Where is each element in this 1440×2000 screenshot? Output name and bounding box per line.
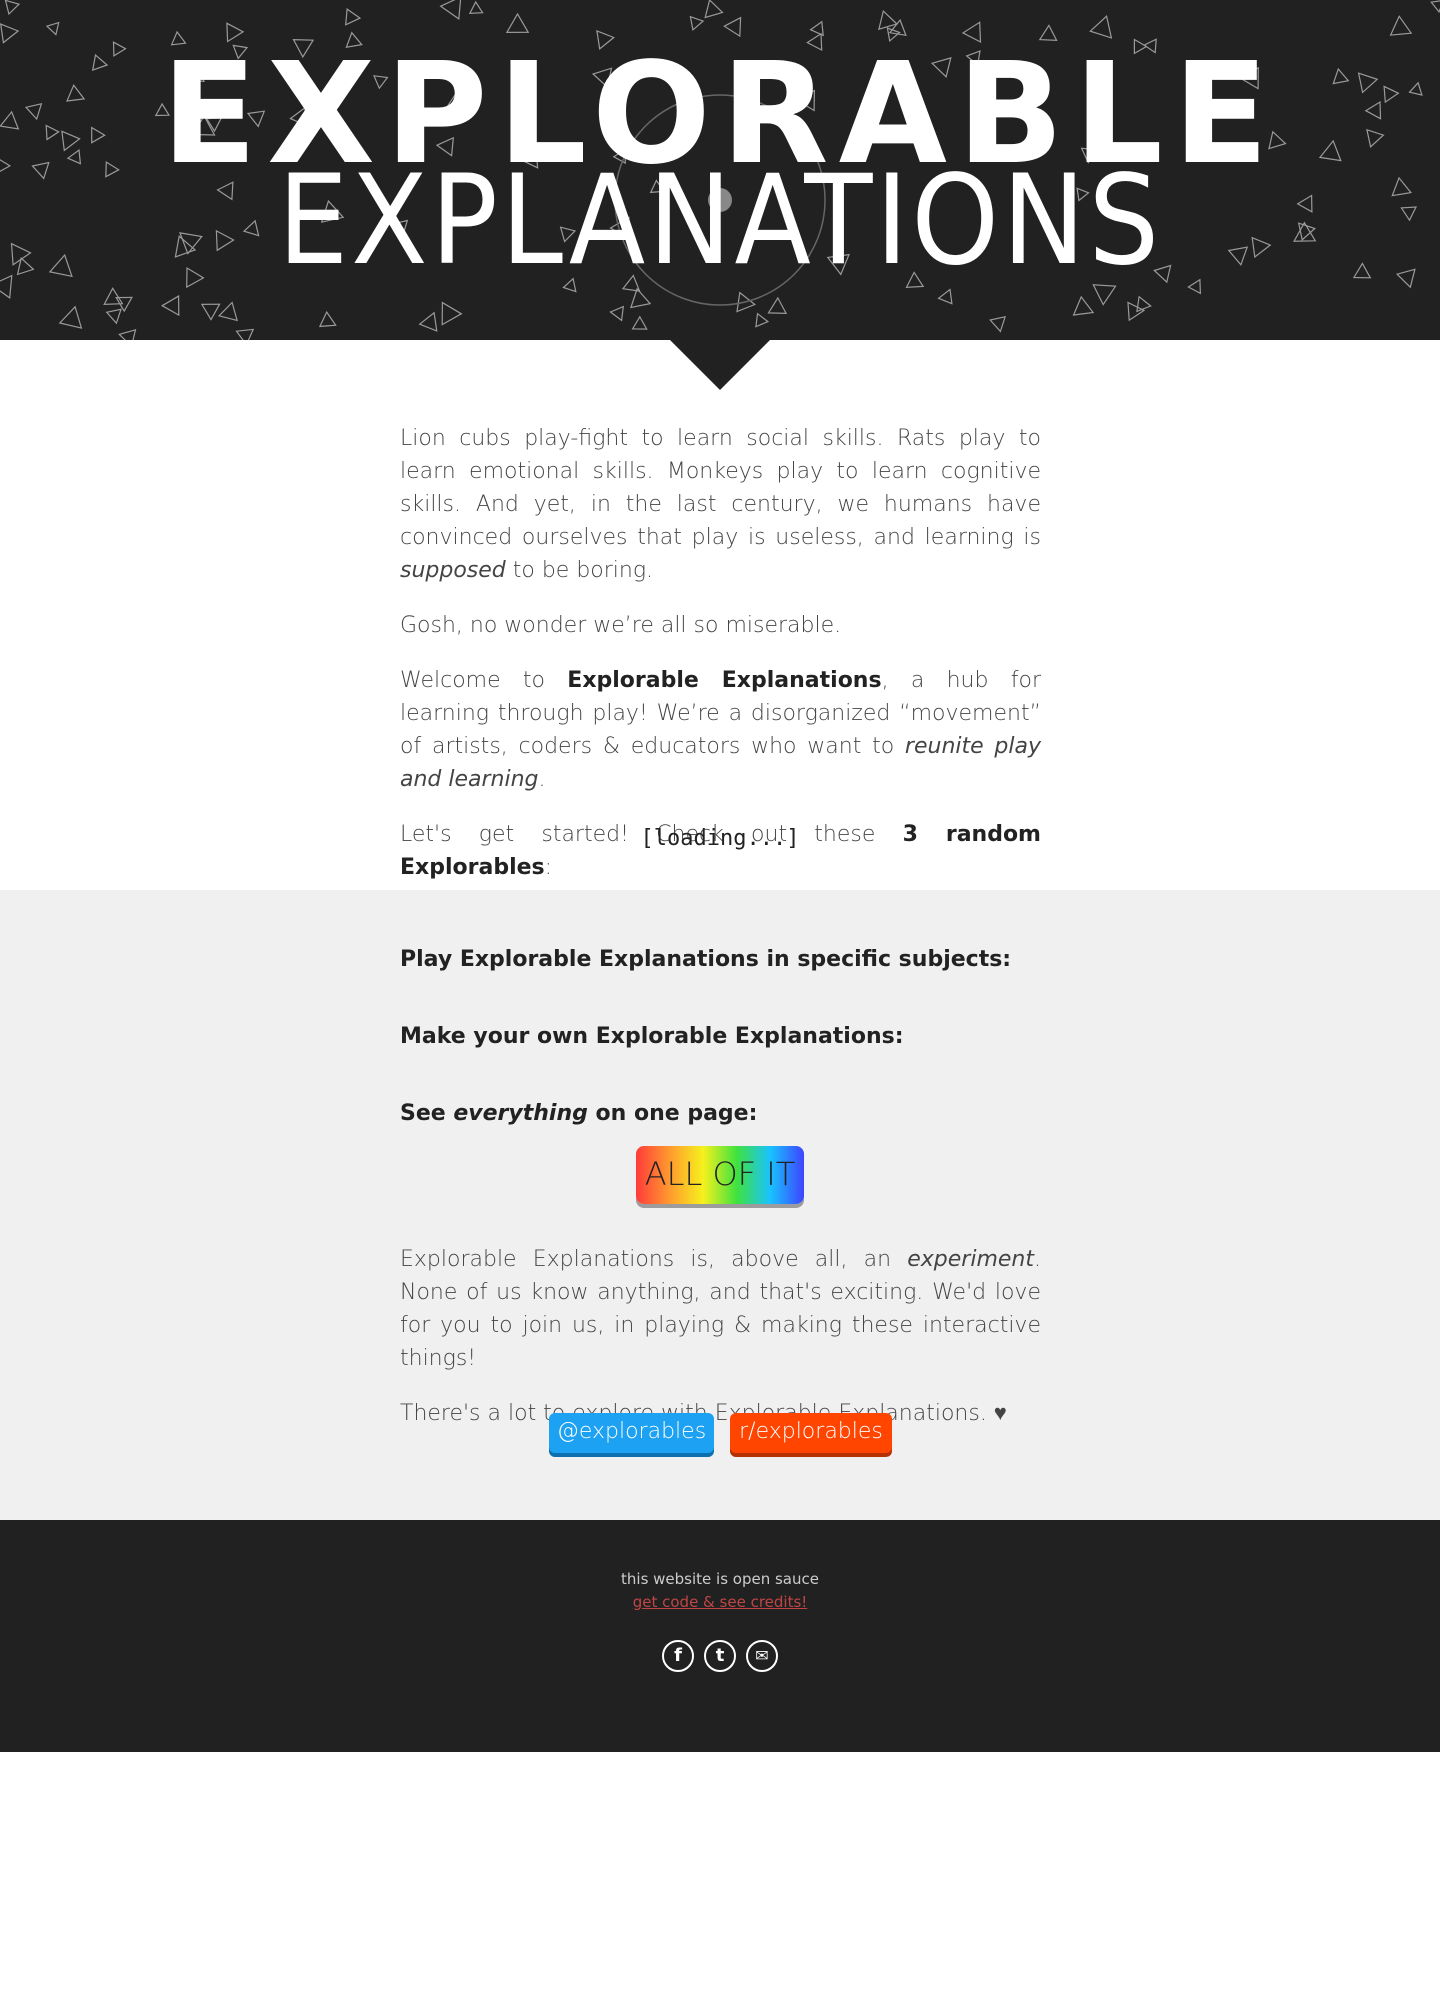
- intro-paragraph-1: Lion cubs play-fight to learn social ski…: [400, 426, 1041, 583]
- reddit-explorables-button[interactable]: r/explorables: [730, 1413, 892, 1453]
- decorative-triangle: [505, 12, 530, 34]
- credits-link[interactable]: get code & see credits!: [0, 1593, 1440, 1611]
- decorative-triangle: [1389, 15, 1413, 36]
- decorative-triangle: [217, 301, 238, 322]
- random-explorables-loading: [loading...]: [640, 826, 800, 851]
- decorative-triangle: [609, 305, 625, 322]
- see-everything-heading: See everything on one page:: [400, 1099, 1041, 1129]
- decorative-triangle: [418, 311, 438, 332]
- decorative-triangle: [105, 308, 122, 325]
- email-icon[interactable]: ✉: [746, 1640, 778, 1672]
- subjects-heading: Play Explorable Explanations in specific…: [400, 945, 1041, 975]
- decorative-triangle: [989, 315, 1006, 333]
- twitter-icon[interactable]: t: [704, 1640, 736, 1672]
- make-heading: Make your own Explorable Explanations:: [400, 1022, 1041, 1052]
- decorative-triangle: [1136, 295, 1152, 313]
- intro-paragraph-2: Gosh, no wonder we’re all so miserable.: [400, 613, 842, 638]
- decorative-triangle: [160, 295, 180, 317]
- see-everything-text: See everything on one page:: [400, 1101, 758, 1126]
- decorative-triangle: [318, 310, 337, 328]
- decorative-triangle: [704, 0, 724, 19]
- decorative-triangle: [58, 305, 83, 329]
- facebook-icon[interactable]: f: [662, 1640, 694, 1672]
- decorative-triangle: [439, 0, 462, 20]
- decorative-triangle: [4, 0, 21, 16]
- footer: this website is open sauce get code & se…: [0, 1520, 1440, 1752]
- decorative-triangle: [767, 296, 788, 315]
- outro-paragraph-2: There's a lot to explore with Explorable…: [400, 1401, 1007, 1426]
- outro-section: Explorable Explanations is, above all, a…: [400, 1243, 1041, 1430]
- decorative-triangle: [118, 328, 137, 340]
- decorative-triangle: [689, 15, 705, 32]
- decorative-triangle: [441, 301, 463, 326]
- decorative-triangle: [103, 287, 124, 306]
- twitter-explorables-button[interactable]: @explorables: [549, 1413, 714, 1453]
- intro-section: Lion cubs play-fight to learn social ski…: [400, 422, 1041, 884]
- all-of-it-button[interactable]: ALL OF IT: [636, 1146, 804, 1204]
- decorative-triangle: [631, 315, 648, 330]
- decorative-triangle: [200, 303, 221, 321]
- header-banner: EXPLORABLE EXPLANATIONS: [0, 0, 1440, 340]
- decorative-triangle: [1127, 301, 1146, 322]
- decorative-triangle: [45, 21, 60, 36]
- decorative-triangle: [235, 328, 255, 340]
- outro-paragraph-1: Explorable Explanations is, above all, a…: [400, 1247, 1041, 1371]
- header-down-arrow: [670, 340, 770, 390]
- make-heading-text: Make your own Explorable Explanations:: [400, 1024, 904, 1049]
- decorative-triangle: [1430, 0, 1440, 14]
- decorative-triangle: [468, 0, 484, 15]
- intro-paragraph-3: Welcome to Explorable Explanations, a hu…: [400, 668, 1041, 792]
- subjects-heading-text: Play Explorable Explanations in specific…: [400, 947, 1012, 972]
- decorative-triangle: [1072, 295, 1095, 316]
- open-sauce-text: this website is open sauce: [621, 1570, 819, 1588]
- decorative-triangle: [345, 8, 362, 26]
- decorative-triangle: [755, 312, 770, 328]
- title-line-explanations: EXPLANATIONS: [277, 149, 1163, 293]
